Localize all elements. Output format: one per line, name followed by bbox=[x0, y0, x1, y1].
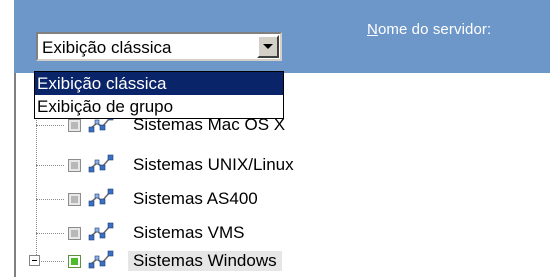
tree-item-as400[interactable]: Sistemas AS400 bbox=[16, 187, 550, 215]
view-select[interactable]: Exibição clássica bbox=[36, 32, 282, 61]
server-label-text: ome do servidor: bbox=[377, 21, 492, 38]
chevron-down-icon[interactable] bbox=[257, 35, 279, 58]
tree-connector bbox=[36, 199, 64, 200]
tree-item-label: Sistemas VMS bbox=[133, 223, 245, 242]
dropdown-option-classic[interactable]: Exibição clássica bbox=[35, 72, 283, 95]
tree-item-windows[interactable]: Sistemas Windows bbox=[16, 249, 550, 277]
network-icon bbox=[88, 154, 114, 173]
expand-icon[interactable] bbox=[29, 255, 40, 266]
view-select-value: Exibição clássica bbox=[42, 38, 172, 57]
tree-item-vms[interactable]: Sistemas VMS bbox=[16, 221, 550, 249]
network-icon bbox=[88, 222, 114, 241]
checkbox-vms[interactable] bbox=[68, 227, 81, 240]
server-label-mnemonic: N bbox=[367, 21, 378, 38]
network-icon bbox=[88, 250, 114, 269]
tree-item-label: Sistemas UNIX/Linux bbox=[133, 155, 294, 174]
tree-connector bbox=[36, 125, 64, 126]
checkbox-windows[interactable] bbox=[68, 255, 81, 268]
dropdown-option-group[interactable]: Exibição de grupo bbox=[35, 95, 283, 118]
checkbox-as400[interactable] bbox=[68, 193, 81, 206]
checkbox-unix[interactable] bbox=[68, 159, 81, 172]
tree-item-unix[interactable]: Sistemas UNIX/Linux bbox=[16, 153, 550, 181]
tree-connector bbox=[36, 233, 64, 234]
tree-connector bbox=[36, 165, 64, 166]
network-icon bbox=[88, 188, 114, 207]
tree-connector bbox=[41, 261, 64, 262]
view-select-dropdown: Exibição clássica Exibição de grupo bbox=[34, 71, 284, 119]
checkbox-mac[interactable] bbox=[68, 119, 81, 132]
tree-item-label: Sistemas AS400 bbox=[133, 189, 258, 208]
tree-item-label: Sistemas Windows bbox=[128, 251, 282, 271]
server-name-label: Nome do servidor: bbox=[367, 21, 491, 38]
